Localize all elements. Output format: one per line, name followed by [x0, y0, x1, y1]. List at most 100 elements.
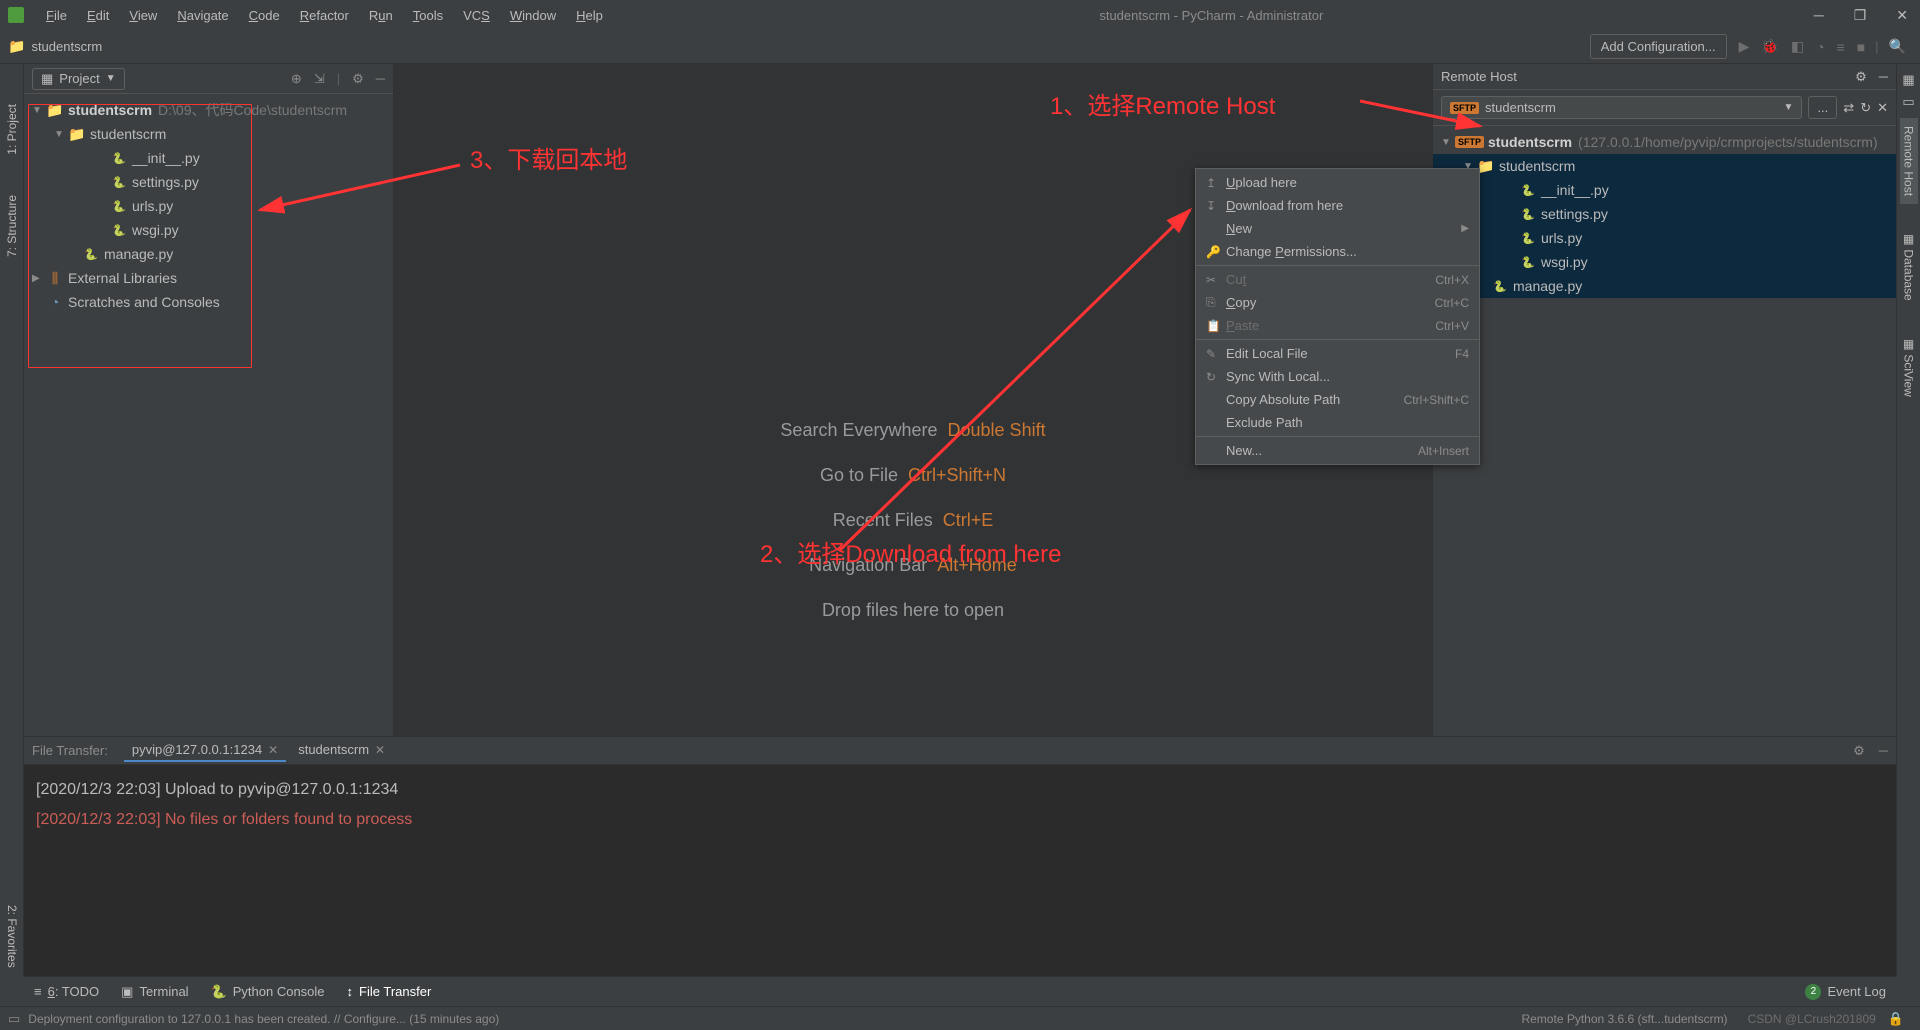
menu-tools[interactable]: Tools [403, 4, 453, 27]
remote-tree-file[interactable]: 🐍wsgi.py [1433, 250, 1896, 274]
remote-tree-file[interactable]: 🐍urls.py [1433, 226, 1896, 250]
menu-navigate[interactable]: Navigate [167, 4, 238, 27]
status-message: Deployment configuration to 127.0.0.1 ha… [28, 1012, 499, 1026]
coverage-icon[interactable]: ◧ [1785, 34, 1810, 59]
remote-settings-icon[interactable]: ⚙ [1855, 69, 1867, 85]
file-transfer-tab[interactable]: ↕File Transfer [347, 984, 432, 999]
folder-icon: 📁 [68, 126, 86, 143]
lock-icon[interactable]: 🔒 [1888, 1011, 1904, 1027]
remote-tree-file[interactable]: 🐍manage.py [1433, 274, 1896, 298]
concurrency-icon[interactable]: ≡ [1831, 35, 1851, 59]
file-transfer-tab-1[interactable]: pyvip@127.0.0.1:1234✕ [124, 739, 286, 762]
todo-tab[interactable]: ≡6: TODO [34, 984, 99, 999]
library-icon: ⫼ [46, 270, 64, 287]
tree-file[interactable]: 🐍manage.py [24, 242, 393, 266]
remote-tree-file[interactable]: 🐍settings.py [1433, 202, 1896, 226]
remote-tree-file[interactable]: 🐍__init__.py [1433, 178, 1896, 202]
breadcrumb[interactable]: 📁 studentscrm [8, 38, 102, 55]
gutter-project[interactable]: 1: Project [5, 104, 19, 155]
terminal-tab[interactable]: ▣Terminal [121, 984, 188, 1000]
tree-external-libraries[interactable]: ▶ ⫼ External Libraries [24, 266, 393, 290]
python-file-icon: 🐍 [110, 200, 128, 213]
ctx-copy-absolute-path[interactable]: Copy Absolute PathCtrl+Shift+C [1196, 388, 1479, 411]
python-console-tab[interactable]: 🐍Python Console [211, 984, 325, 1000]
gutter-favorites[interactable]: 2: Favorites [3, 897, 21, 976]
tree-file[interactable]: 🐍__init__.py [24, 146, 393, 170]
remote-host-title: Remote Host [1441, 69, 1517, 84]
ctx-download-from-here[interactable]: ↧Download from here [1196, 194, 1479, 217]
rg-icon-1[interactable]: ▦ [1902, 72, 1914, 88]
close-icon[interactable]: ✕ [375, 743, 385, 757]
list-icon: ≡ [34, 984, 42, 999]
ctx-copy[interactable]: ⎘CopyCtrl+C [1196, 291, 1479, 314]
tree-folder[interactable]: ▼ 📁 studentscrm [24, 122, 393, 146]
menu-run[interactable]: Run [359, 4, 403, 27]
ctx-exclude-path[interactable]: Exclude Path [1196, 411, 1479, 434]
gutter-structure[interactable]: 7: Structure [5, 195, 19, 257]
tree-file[interactable]: 🐍wsgi.py [24, 218, 393, 242]
tree-scratches[interactable]: ◔ Scratches and Consoles [24, 290, 393, 314]
gutter-remote-host[interactable]: Remote Host [1900, 118, 1918, 204]
sftp-badge-icon: SFTP [1450, 102, 1479, 114]
gutter-database[interactable]: ▦ Database [1900, 224, 1918, 309]
ctx-upload-here[interactable]: ↥Upload here [1196, 171, 1479, 194]
debug-icon[interactable]: 🐞 [1755, 34, 1784, 59]
gutter-sciview[interactable]: ▦ SciView [1900, 329, 1918, 405]
remote-browse-button[interactable]: ... [1808, 96, 1837, 119]
file-transfer-tab-2[interactable]: studentscrm✕ [290, 739, 393, 762]
interpreter-label[interactable]: Remote Python 3.6.6 (sft...tudentscrm) [1521, 1012, 1727, 1026]
log-line: [2020/12/3 22:03] Upload to pyvip@127.0.… [36, 775, 1884, 805]
hide-icon[interactable]: ─ [376, 71, 385, 87]
project-view-selector[interactable]: ▦ Project ▼ [32, 68, 125, 90]
menu-help[interactable]: Help [566, 4, 613, 27]
remote-disconnect-icon[interactable]: ✕ [1877, 100, 1888, 116]
remote-refresh-icon[interactable]: ↻ [1860, 100, 1871, 116]
ctx-change-permissions[interactable]: 🔑Change Permissions... [1196, 240, 1479, 263]
maximize-button[interactable]: ❐ [1850, 5, 1871, 26]
settings-icon[interactable]: ⚙ [352, 71, 364, 87]
python-file-icon: 🐍 [1519, 232, 1537, 245]
locate-icon[interactable]: ⊕ [291, 71, 302, 87]
add-configuration-button[interactable]: Add Configuration... [1590, 34, 1727, 59]
remote-server-dropdown[interactable]: SFTP studentscrm ▼ [1441, 96, 1802, 119]
folder-icon: 📁 [46, 102, 64, 119]
stop-icon[interactable]: ■ [1851, 35, 1871, 59]
close-icon[interactable]: ✕ [268, 743, 278, 757]
transfer-icon: ↕ [347, 984, 354, 999]
run-icon[interactable]: ▶ [1733, 34, 1756, 59]
remote-tree-root[interactable]: ▼ SFTP studentscrm (127.0.0.1/home/pyvip… [1433, 130, 1896, 154]
ctx-sync-local[interactable]: ↻Sync With Local... [1196, 365, 1479, 388]
menu-code[interactable]: Code [239, 4, 290, 27]
close-button[interactable]: ✕ [1892, 5, 1912, 26]
menu-edit[interactable]: Edit [77, 4, 119, 27]
tree-file[interactable]: 🐍urls.py [24, 194, 393, 218]
python-file-icon: 🐍 [1519, 208, 1537, 221]
search-icon[interactable]: 🔍 [1883, 34, 1912, 59]
tree-file[interactable]: 🐍settings.py [24, 170, 393, 194]
menu-view[interactable]: View [119, 4, 167, 27]
tree-root[interactable]: ▼ 📁 studentscrm D:\09、代码Code\studentscrm [24, 98, 393, 122]
menu-file[interactable]: File [36, 4, 77, 27]
profile-icon[interactable]: ◔ [1810, 35, 1830, 59]
minimize-button[interactable]: ─ [1810, 5, 1828, 26]
copy-icon: ⎘ [1206, 295, 1226, 310]
sftp-badge-icon: SFTP [1455, 136, 1484, 148]
rg-icon-2[interactable]: ▭ [1902, 94, 1914, 110]
event-log-tab[interactable]: 2Event Log [1805, 984, 1886, 1000]
remote-tree-folder[interactable]: ▼ 📁 studentscrm [1433, 154, 1896, 178]
remote-hide-icon[interactable]: ─ [1879, 69, 1888, 85]
expand-icon[interactable]: ⇲ [314, 71, 325, 87]
menu-vcs[interactable]: VCS [453, 4, 500, 27]
menu-window[interactable]: Window [500, 4, 566, 27]
settings-icon[interactable]: ⚙ [1853, 743, 1865, 759]
ctx-new[interactable]: New▶ [1196, 217, 1479, 240]
bottom-panel-label: File Transfer: [32, 743, 108, 758]
ctx-edit-local[interactable]: ✎Edit Local FileF4 [1196, 342, 1479, 365]
ctx-new-2[interactable]: New...Alt+Insert [1196, 439, 1479, 462]
badge: 2 [1805, 984, 1821, 1000]
menu-refactor[interactable]: Refactor [290, 4, 359, 27]
project-selector-icon: ▦ [41, 71, 53, 87]
status-icon[interactable]: ▭ [8, 1011, 20, 1027]
hide-icon[interactable]: ─ [1879, 743, 1888, 758]
remote-diff-icon[interactable]: ⇄ [1843, 100, 1854, 116]
